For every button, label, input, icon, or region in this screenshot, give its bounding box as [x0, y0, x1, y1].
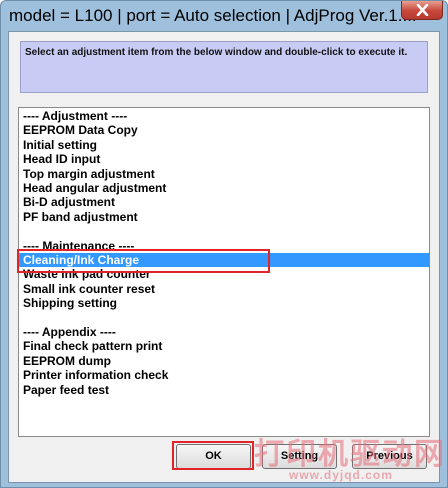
close-x-icon [416, 4, 429, 16]
adjustment-item-list[interactable]: ---- Adjustment ---- EEPROM Data Copy In… [18, 107, 430, 437]
list-item-pf-band[interactable]: PF band adjustment [19, 210, 429, 224]
list-item-shipping-setting[interactable]: Shipping setting [19, 296, 429, 310]
title-bar[interactable]: model = L100 | port = Auto selection | A… [1, 1, 447, 33]
list-item-final-check-print[interactable]: Final check pattern print [19, 339, 429, 353]
list-item-paper-feed-test[interactable]: Paper feed test [19, 383, 429, 397]
list-item-top-margin[interactable]: Top margin adjustment [19, 167, 429, 181]
watermark-text: 打印机驱动网 [254, 437, 446, 472]
list-item-head-id-input[interactable]: Head ID input [19, 152, 429, 166]
window-title: model = L100 | port = Auto selection | A… [9, 6, 417, 25]
list-item-blank [19, 311, 429, 325]
ok-button[interactable]: OK [176, 444, 251, 469]
list-header-adjustment: ---- Adjustment ---- [23, 109, 128, 123]
adjprog-window: model = L100 | port = Auto selection | A… [0, 0, 448, 488]
watermark-url: www.dyjqd.com [289, 468, 393, 482]
list-item-head-angular[interactable]: Head angular adjustment [19, 181, 429, 195]
list-item-waste-ink-pad[interactable]: Waste ink pad counter [19, 267, 429, 281]
list-item-initial-setting[interactable]: Initial setting [19, 138, 429, 152]
list-header-appendix: ---- Appendix ---- [23, 325, 116, 339]
list-item-printer-info-check[interactable]: Printer information check [19, 368, 429, 382]
close-button[interactable] [401, 1, 443, 20]
list-item-bi-d[interactable]: Bi-D adjustment [19, 195, 429, 209]
list-item-eeprom-dump[interactable]: EEPROM dump [19, 354, 429, 368]
instruction-panel: Select an adjustment item from the below… [20, 41, 428, 93]
list-header-maintenance: ---- Maintenance ---- [23, 238, 135, 253]
dialog-client-area: Select an adjustment item from the below… [8, 31, 440, 483]
list-item-blank [19, 224, 429, 238]
list-item-eeprom-data-copy[interactable]: EEPROM Data Copy [19, 123, 429, 137]
list-item-cleaning-ink-charge[interactable]: Cleaning/Ink Charge [19, 253, 429, 268]
list-item-small-ink-reset[interactable]: Small ink counter reset [19, 282, 429, 296]
